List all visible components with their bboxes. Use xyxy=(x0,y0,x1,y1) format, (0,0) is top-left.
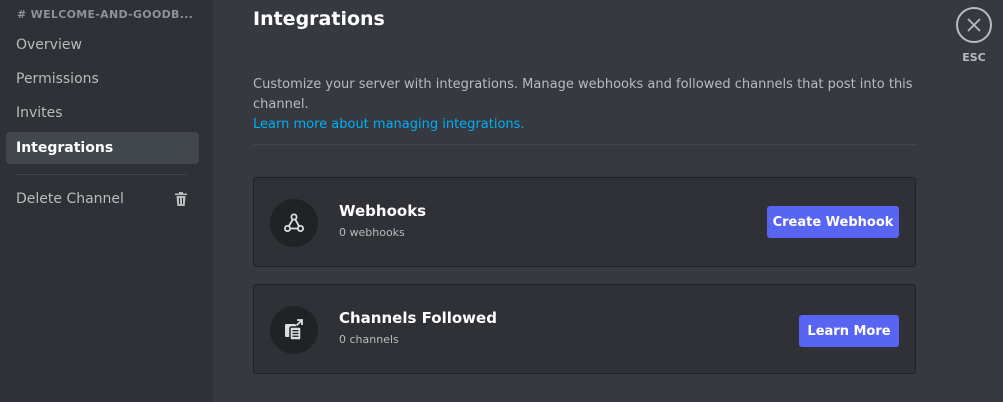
channels-followed-title: Channels Followed xyxy=(339,309,497,327)
description-text: Customize your server with integrations.… xyxy=(253,77,913,112)
channels-followed-count: 0 channels xyxy=(339,333,399,346)
webhooks-card: Webhooks 0 webhooks Create Webhook xyxy=(253,177,916,267)
create-webhook-button[interactable]: Create Webhook xyxy=(767,206,899,238)
page-title: Integrations xyxy=(253,8,385,30)
close-icon xyxy=(967,18,981,32)
delete-channel-button[interactable]: Delete Channel xyxy=(6,183,199,215)
sidebar-item-label: Permissions xyxy=(16,71,99,87)
sidebar-item-permissions[interactable]: Permissions xyxy=(6,63,199,95)
page-description: Customize your server with integrations.… xyxy=(253,75,916,135)
sidebar-item-label: Invites xyxy=(16,105,63,121)
esc-label: ESC xyxy=(962,51,986,64)
sidebar-item-invites[interactable]: Invites xyxy=(6,97,199,129)
close-button[interactable] xyxy=(956,7,992,43)
delete-channel-label: Delete Channel xyxy=(16,191,124,207)
webhooks-title: Webhooks xyxy=(339,202,427,220)
webhooks-count: 0 webhooks xyxy=(339,226,405,239)
trash-icon xyxy=(175,192,187,206)
sidebar-item-label: Overview xyxy=(16,37,82,53)
close-settings[interactable]: ESC xyxy=(956,7,992,64)
learn-more-button[interactable]: Learn More xyxy=(799,315,899,347)
settings-sidebar: # WELCOME-AND-GOODB... Overview Permissi… xyxy=(0,0,213,402)
webhook-icon xyxy=(284,213,304,232)
sidebar-item-integrations[interactable]: Integrations xyxy=(6,132,199,164)
channel-name-header: # WELCOME-AND-GOODB... xyxy=(17,8,194,21)
learn-more-link[interactable]: Learn more about managing integrations. xyxy=(253,115,916,135)
webhook-icon-wrap xyxy=(270,199,318,247)
sidebar-item-overview[interactable]: Overview xyxy=(6,29,199,61)
sidebar-item-label: Integrations xyxy=(16,140,114,156)
channel-follow-icon-wrap xyxy=(270,306,318,354)
section-divider xyxy=(253,144,916,145)
channel-follow-icon xyxy=(285,319,303,341)
channels-followed-card: Channels Followed 0 channels Learn More xyxy=(253,284,916,374)
sidebar-divider xyxy=(16,174,187,175)
